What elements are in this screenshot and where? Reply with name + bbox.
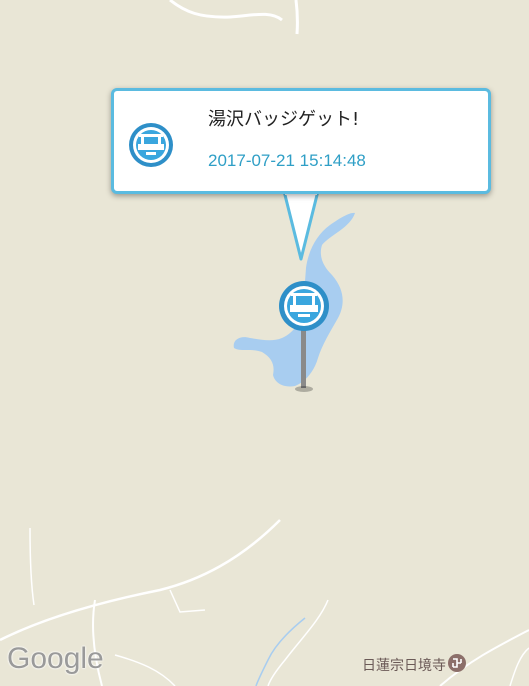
poi-label[interactable]: 日蓮宗日境寺 (362, 655, 446, 675)
badge-icon (129, 123, 173, 167)
badge-pin-icon[interactable] (276, 280, 332, 395)
google-logo: Google (7, 642, 104, 675)
callout-timestamp: 2017-07-21 15:14:48 (208, 151, 366, 170)
road (294, 0, 299, 35)
temple-icon[interactable] (448, 654, 466, 672)
info-callout[interactable]: 湯沢バッジゲット! 2017-07-21 15:14:48 (111, 88, 491, 194)
callout-pointer (282, 191, 320, 261)
callout-title: 湯沢バッジゲット! (208, 109, 360, 130)
